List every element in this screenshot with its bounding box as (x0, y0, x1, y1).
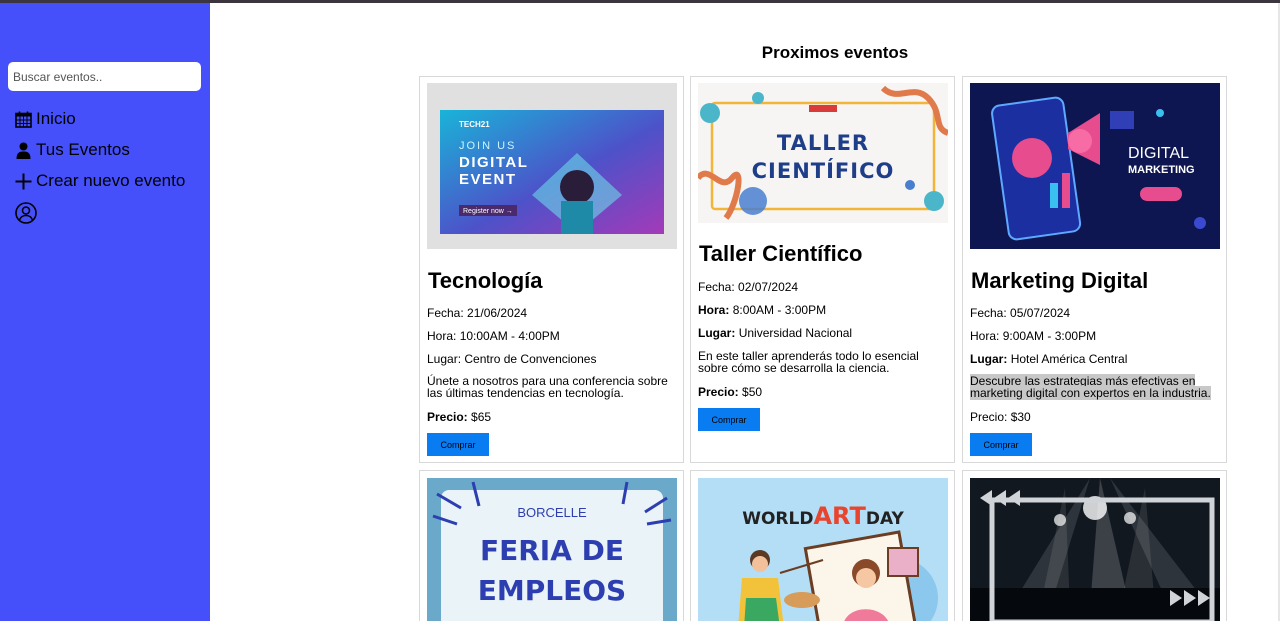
event-image: DIGITAL MARKETING (970, 83, 1220, 249)
buy-button[interactable]: Comprar (427, 433, 489, 456)
svg-text:CIENTÍFICO: CIENTÍFICO (752, 158, 895, 183)
event-description: En este taller aprenderás todo lo esenci… (698, 349, 919, 375)
event-location: Lugar: Universidad Nacional (698, 326, 853, 340)
sidebar-item-label: Tus Eventos (36, 140, 130, 159)
event-time: Hora: 8:00AM - 3:00PM (698, 303, 827, 317)
svg-text:MARKETING: MARKETING (1128, 164, 1195, 176)
image-title-line-2: EMPLEOS (477, 574, 627, 607)
event-card-feria-empleos: BORCELLE FERIA DE EMPLEOS (419, 470, 684, 621)
page-title: Proximos eventos (761, 43, 909, 62)
user-icon (16, 142, 31, 159)
sidebar-item-crear-evento[interactable]: Crear nuevo evento (15, 171, 185, 191)
event-image: WORLDARTDAY (698, 478, 948, 621)
event-image: TALLER CIENTÍFICO (698, 83, 948, 223)
svg-text:TALLER: TALLER (777, 131, 869, 155)
event-price: Precio: $50 (698, 385, 763, 399)
event-date: Fecha: 05/07/2024 (970, 306, 1071, 320)
event-time: Hora: 10:00AM - 4:00PM (427, 329, 560, 343)
buy-button[interactable]: Comprar (970, 433, 1032, 456)
event-date: Fecha: 21/06/2024 (427, 306, 528, 320)
event-image: TECH21 JOIN US DIGITAL EVENT Register no… (427, 83, 677, 249)
event-price: Precio: $65 (427, 410, 492, 424)
event-image: BORCELLE FERIA DE EMPLEOS (427, 478, 677, 621)
svg-text:DIGITAL: DIGITAL (1128, 145, 1189, 162)
event-title: Marketing Digital (971, 268, 1149, 293)
event-time: Hora: 9:00AM - 3:00PM (970, 329, 1097, 343)
plus-icon (15, 173, 32, 189)
svg-text:DIGITAL: DIGITAL (459, 154, 528, 171)
search-input[interactable] (8, 62, 201, 91)
sidebar-item-label: Crear nuevo evento (36, 171, 186, 190)
image-brand: BORCELLE (517, 505, 587, 520)
image-title: WORLDARTDAY (742, 502, 904, 530)
event-card-world-art-day: WORLDARTDAY (690, 470, 955, 621)
event-price: Precio: $30 (970, 410, 1031, 424)
event-card-taller-cientifico: TALLER CIENTÍFICO Taller Científico Fech… (690, 76, 955, 463)
account-circle-icon (15, 202, 37, 224)
image-title-line-1: FERIA DE (479, 534, 625, 567)
event-image (970, 478, 1220, 621)
buy-button[interactable]: Comprar (698, 408, 760, 431)
event-title: Taller Científico (699, 241, 863, 266)
account-button[interactable] (15, 202, 41, 224)
event-card-marketing-digital: DIGITAL MARKETING Marketing Digital Fech… (962, 76, 1227, 463)
sidebar-item-tus-eventos[interactable]: Tus Eventos (15, 140, 130, 160)
svg-text:Register now →: Register now → (463, 208, 513, 215)
event-location: Lugar: Centro de Convenciones (427, 352, 597, 366)
sidebar-item-inicio[interactable]: Inicio (15, 109, 76, 129)
event-location: Lugar: Hotel América Central (970, 352, 1128, 366)
svg-text:EVENT: EVENT (459, 171, 517, 188)
event-description: Descubre las estrategias más efectivas e… (970, 374, 1211, 400)
svg-text:TECH21: TECH21 (459, 120, 490, 129)
event-date: Fecha: 02/07/2024 (698, 280, 799, 294)
svg-text:JOIN US: JOIN US (459, 140, 516, 152)
event-description: Únete a nosotros para una conferencia so… (427, 374, 668, 400)
event-card-tecnologia: TECH21 JOIN US DIGITAL EVENT Register no… (419, 76, 684, 463)
sidebar-item-label: Inicio (36, 109, 76, 128)
event-title: Tecnología (428, 268, 543, 293)
event-card-concierto (962, 470, 1227, 621)
sidebar: Inicio Tus Eventos Crear nuevo evento (0, 3, 210, 621)
calendar-icon (15, 111, 32, 128)
